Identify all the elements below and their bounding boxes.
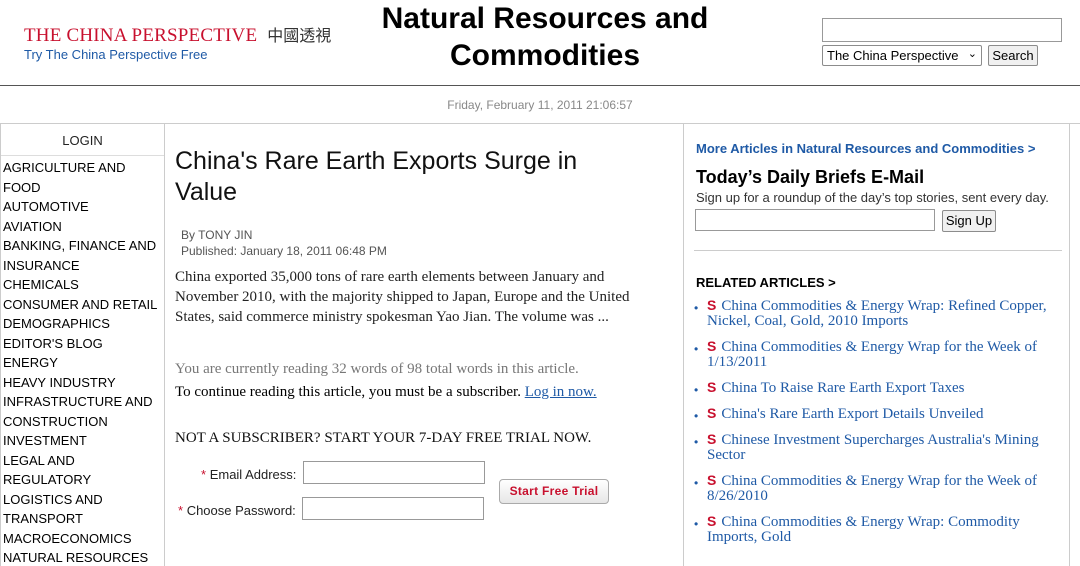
start-free-trial-button[interactable]: Start Free Trial [499,479,609,504]
required-mark: * [201,467,207,482]
related-article-link[interactable]: China's Rare Earth Export Details Unveil… [721,406,983,422]
search-scope-value: The China Perspective [827,48,959,63]
sidebar-item-aviation[interactable]: AVIATION [3,217,164,237]
sidebar-item-legal[interactable]: LEGAL AND REGULATORY [3,451,123,490]
password-field[interactable] [302,497,484,520]
related-article-item[interactable]: • S Chinese Investment Supercharges Austra… [694,432,1062,463]
related-articles-heading[interactable]: RELATED ARTICLES > [696,275,836,290]
s-badge-icon: S [707,405,717,421]
required-mark: * [178,503,184,518]
free-trial-heading: NOT A SUBSCRIBER? START YOUR 7-DAY FREE … [175,430,592,446]
sidebar-item-agriculture[interactable]: AGRICULTURE AND FOOD [3,158,163,197]
date-bar: Friday, February 11, 2011 21:06:57 [0,87,1080,124]
search-scope-select[interactable]: The China Perspective ⌄ [822,45,982,66]
article-title: China's Rare Earth Exports Surge in Valu… [175,147,578,206]
bullet-icon: • [694,383,699,397]
site-logo[interactable]: THE CHINA PERSPECTIVE 中國透視 [24,22,331,47]
article-main: China's Rare Earth Exports Surge in Valu… [165,124,683,566]
daily-briefs-title: Today’s Daily Briefs E-Mail [696,167,925,187]
right-column: More Articles in Natural Resources and C… [683,124,1070,566]
daily-briefs-description: Sign up for a roundup of the day’s top s… [696,190,1049,205]
bullet-icon: • [694,476,699,490]
newsletter-email-input[interactable] [695,209,935,231]
related-article-item[interactable]: • S China To Raise Rare Earth Export Taxes [694,379,1062,398]
article-author: By TONY JIN [181,228,253,242]
login-link[interactable]: LOGIN [1,124,164,156]
related-article-item[interactable]: • S China Commodities & Energy Wrap: Commo… [694,514,1062,545]
logo-text[interactable]: THE CHINA PERSPECTIVE [24,25,257,46]
page-title: Natural Resources and Commodities [381,2,709,72]
bullet-icon: • [694,435,699,449]
related-articles-list: • S China Commodities & Energy Wrap: Refin… [694,298,1062,555]
subscriber-notice-text: To continue reading this article, you mu… [175,384,525,400]
subscriber-notice: To continue reading this article, you mu… [175,384,597,401]
related-article-item[interactable]: • S China Commodities & Energy Wrap: Refin… [694,298,1062,329]
s-badge-icon: S [707,338,717,354]
sidebar-item-automotive[interactable]: AUTOMOTIVE [3,197,164,217]
category-list: AGRICULTURE AND FOOD AUTOMOTIVE AVIATION… [1,158,164,566]
password-label-text: Choose Password: [186,503,296,518]
sidebar-item-infrastructure[interactable]: INFRASTRUCTURE AND CONSTRUCTION [3,392,163,431]
sidebar-item-demographics[interactable]: DEMOGRAPHICS [3,314,164,334]
more-articles-link[interactable]: More Articles in Natural Resources and C… [696,141,1035,156]
related-article-link[interactable]: China Commodities & Energy Wrap for the … [707,473,1037,504]
article-byline: By TONY JIN Published: January 18, 2011 … [181,227,387,259]
sidebar-item-investment[interactable]: INVESTMENT [3,431,164,451]
sidebar-item-consumer[interactable]: CONSUMER AND RETAIL [3,295,164,315]
s-badge-icon: S [707,472,717,488]
related-article-link[interactable]: China Commodities & Energy Wrap: Commodi… [707,514,1020,545]
sidebar-item-natural-resources[interactable]: NATURAL RESOURCES [3,548,164,566]
login-now-link[interactable]: Log in now. [525,384,597,400]
sidebar: LOGIN AGRICULTURE AND FOOD AUTOMOTIVE AV… [0,124,165,566]
sidebar-item-logistics[interactable]: LOGISTICS AND TRANSPORT [3,490,128,529]
sidebar-item-energy[interactable]: ENERGY [3,353,164,373]
related-article-link[interactable]: China Commodities & Energy Wrap: Refined… [707,298,1047,329]
sidebar-item-macroeconomics[interactable]: MACROECONOMICS [3,529,164,549]
article-excerpt: China exported 35,000 tons of rare earth… [175,269,630,325]
sidebar-item-heavy-industry[interactable]: HEAVY INDUSTRY [3,373,164,393]
s-badge-icon: S [707,379,717,395]
divider [694,250,1062,251]
sidebar-item-chemicals[interactable]: CHEMICALS [3,275,164,295]
related-article-link[interactable]: China To Raise Rare Earth Export Taxes [721,380,964,396]
sidebar-item-banking[interactable]: BANKING, FINANCE AND INSURANCE [3,236,163,275]
article-published-date: Published: January 18, 2011 06:48 PM [181,244,387,258]
bullet-icon: • [694,409,699,423]
sidebar-item-editors-blog[interactable]: EDITOR'S BLOG [3,334,164,354]
chevron-down-icon: ⌄ [967,48,977,60]
related-article-item[interactable]: • S China Commodities & Energy Wrap for th… [694,339,1062,370]
search-input[interactable] [822,18,1062,42]
free-trial-link[interactable]: Try The China Perspective Free [24,47,208,62]
email-field[interactable] [303,461,485,484]
related-article-item[interactable]: • S China Commodities & Energy Wrap for th… [694,473,1062,504]
bullet-icon: • [694,342,699,356]
search-button[interactable]: Search [988,45,1038,66]
site-header: THE CHINA PERSPECTIVE 中國透視 Try The China … [0,0,1080,86]
reading-progress-text: You are currently reading 32 words of 98… [175,361,579,377]
related-article-link[interactable]: China Commodities & Energy Wrap for the … [707,339,1037,370]
sign-up-button[interactable]: Sign Up [942,210,996,232]
email-label-text: Email Address: [209,467,297,482]
related-article-item[interactable]: • S China's Rare Earth Export Details Unve… [694,405,1062,424]
email-label: * Email Address: [201,467,296,482]
s-badge-icon: S [707,513,717,529]
logo-chinese-text: 中國透視 [267,26,332,45]
bullet-icon: • [694,301,699,315]
bullet-icon: • [694,517,699,531]
password-label: * Choose Password: [178,503,296,518]
s-badge-icon: S [707,431,717,447]
s-badge-icon: S [707,297,717,313]
related-article-link[interactable]: Chinese Investment Supercharges Australi… [707,432,1039,463]
